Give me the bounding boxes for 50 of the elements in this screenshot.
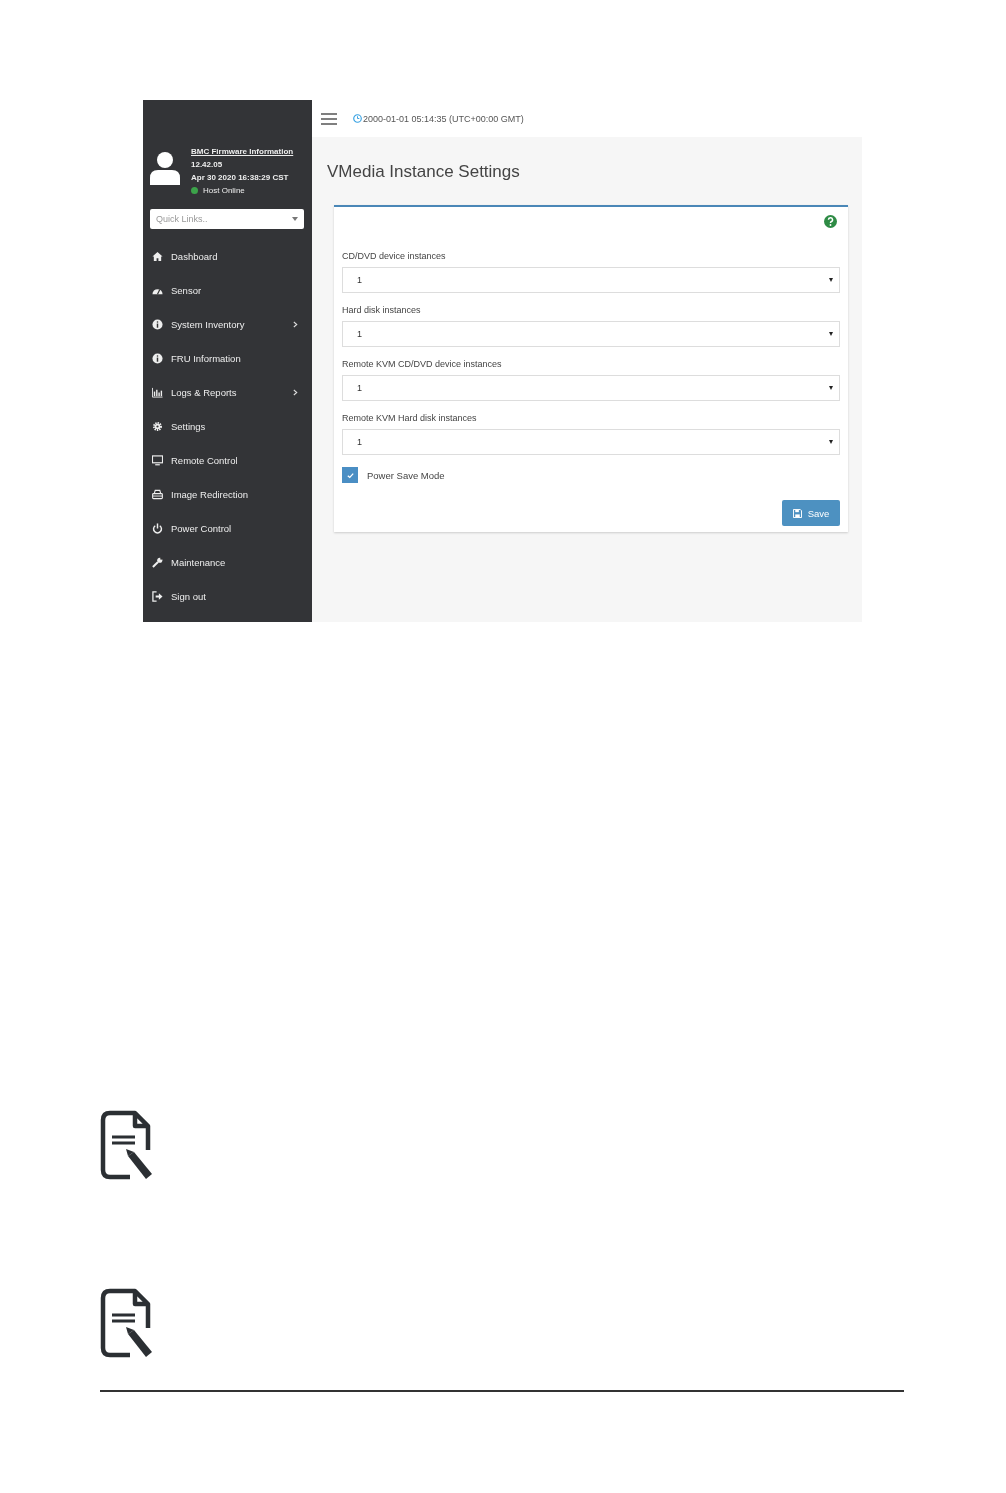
wrench-icon — [152, 556, 163, 568]
instances-dropdown[interactable]: 1 — [342, 267, 840, 293]
instances-dropdown[interactable]: 1 — [342, 375, 840, 401]
drive-icon — [152, 488, 163, 500]
chevron-icon — [293, 320, 298, 328]
check-icon — [345, 470, 355, 480]
field-label: Remote KVM Hard disk instances — [342, 413, 478, 423]
monitor-icon — [152, 454, 163, 466]
sidebar-item[interactable]: System Inventory — [149, 307, 312, 341]
sidebar-item[interactable]: Settings — [149, 409, 312, 443]
host-status: Host Online — [203, 186, 245, 195]
info-icon — [152, 318, 163, 330]
home-icon — [152, 250, 163, 262]
field-label: Hard disk instances — [342, 305, 422, 315]
sidebar-item[interactable]: Sign out — [149, 579, 312, 613]
sidebar-item[interactable]: Maintenance — [149, 545, 312, 579]
date-time: 2000-01-01 05:14:35 (UTC+00:00 GMT) — [363, 113, 524, 124]
sidebar-item[interactable]: Sensor — [149, 273, 312, 307]
field-label: CD/DVD device instances — [342, 251, 447, 261]
power-icon — [152, 522, 163, 534]
menu-icon[interactable] — [321, 112, 337, 125]
caret-icon — [829, 440, 833, 444]
chevron-icon — [293, 388, 298, 396]
bar-chart-icon — [152, 386, 163, 398]
caret-icon — [292, 217, 298, 221]
save-icon — [792, 508, 802, 518]
checkbox[interactable] — [342, 467, 358, 483]
sidebar-item[interactable]: Dashboard — [149, 239, 312, 273]
instances-dropdown[interactable]: 1 — [342, 429, 840, 455]
gear-icon — [152, 420, 163, 432]
firmware-version: 12.42.05 — [191, 160, 224, 169]
caret-icon — [829, 332, 833, 336]
sidebar-item[interactable]: Power Control — [149, 511, 312, 545]
caret-icon — [829, 386, 833, 390]
info-icon — [152, 352, 163, 364]
help-icon[interactable] — [824, 215, 837, 228]
clock-icon — [353, 114, 362, 123]
page-title: VMedia Instance Settings — [327, 162, 521, 182]
sidebar-item[interactable]: FRU Information — [149, 341, 312, 375]
caret-icon — [829, 278, 833, 282]
firmware-link[interactable]: BMC Firmware Information — [191, 147, 294, 156]
user-icon — [149, 151, 181, 185]
instances-dropdown[interactable]: 1 — [342, 321, 840, 347]
checkbox-label: Power Save Mode — [367, 469, 445, 481]
sidebar-item[interactable]: Logs & Reports — [149, 375, 312, 409]
sidebar-item[interactable]: Image Redirection — [149, 477, 312, 511]
field-label: Remote KVM CD/DVD device instances — [342, 359, 503, 369]
sidebar-item[interactable]: Remote Control — [149, 443, 312, 477]
sign-out-icon — [152, 590, 163, 602]
build-date: Apr 30 2020 16:38:29 CST — [191, 173, 290, 182]
